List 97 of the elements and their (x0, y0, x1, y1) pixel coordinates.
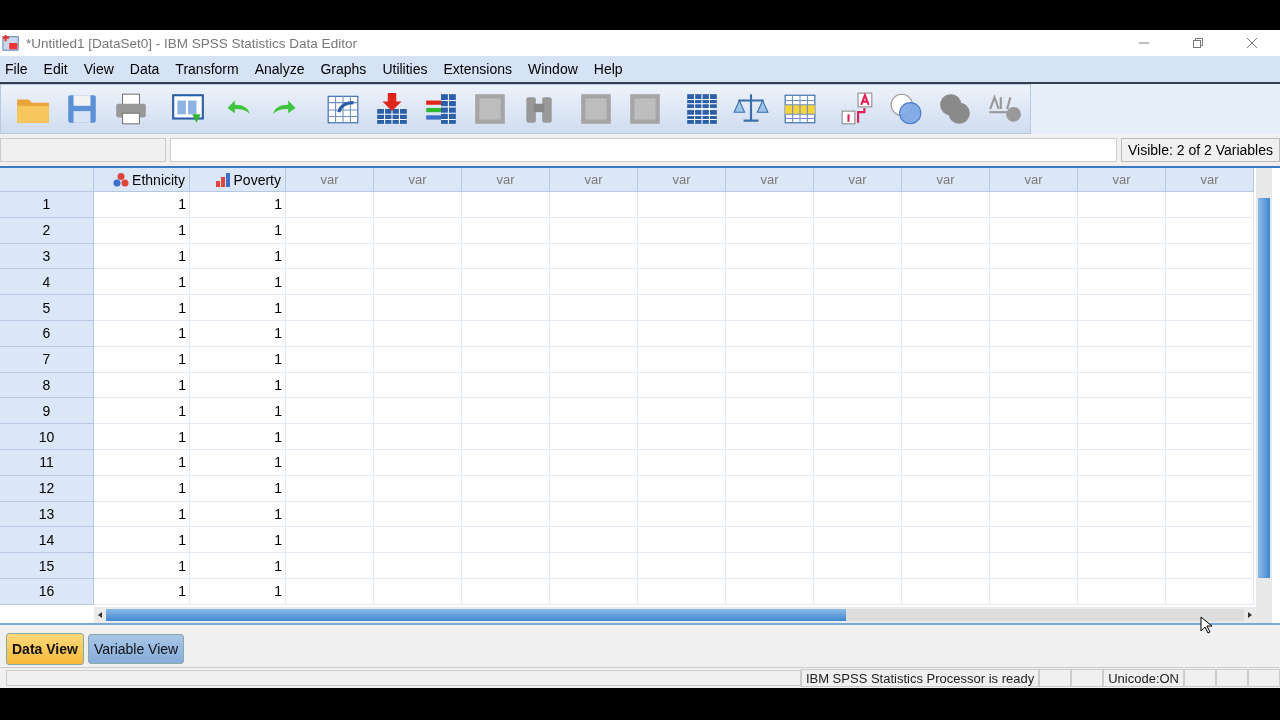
unicode-status: Unicode:ON (1103, 669, 1184, 687)
table-cell: 1 (190, 578, 286, 605)
column-header[interactable]: var (374, 168, 462, 192)
table-cell: 1 (190, 501, 286, 528)
table-cell: 1 (190, 346, 286, 373)
table-cell: 1 (94, 321, 190, 347)
table-cell: 1 (94, 346, 190, 373)
visible-variables-label: Visible: 2 of 2 Variables (1121, 138, 1280, 162)
column-header[interactable]: var (902, 168, 990, 192)
scroll-left-icon[interactable] (96, 611, 104, 619)
split-table-icon[interactable] (684, 91, 720, 127)
table-cell: 1 (190, 475, 286, 502)
table-cell: 1 (190, 449, 286, 476)
insert-variable-icon[interactable] (423, 91, 459, 127)
table-cell: 1 (190, 424, 286, 450)
menu-item[interactable]: Utilities (382, 61, 428, 77)
cell-reference-field[interactable] (0, 138, 166, 162)
table-cell: 1 (190, 192, 286, 218)
bar-chart-icon (214, 171, 231, 188)
column-header[interactable]: var (286, 168, 374, 192)
window-title: *Untitled1 [DataSet0] - IBM SPSS Statistics Data Editor (26, 35, 357, 51)
column-header[interactable]: Ethnicity (94, 168, 190, 192)
menu-item[interactable]: Graphs (320, 61, 367, 77)
menu-item[interactable]: File (5, 61, 28, 77)
nominal-icon (113, 171, 130, 188)
table-cell: 1 (94, 269, 190, 296)
table-cell: 1 (94, 578, 190, 605)
table-cell: 1 (94, 475, 190, 502)
table-cell: 1 (94, 424, 190, 450)
column-header[interactable]: var (638, 168, 726, 192)
insert-cases-icon[interactable] (374, 91, 410, 127)
row-number[interactable]: 11 (0, 449, 94, 476)
circles-icon[interactable] (937, 91, 973, 127)
table-cell: 1 (94, 501, 190, 528)
column-header[interactable]: var (726, 168, 814, 192)
menu-item[interactable]: Extensions (443, 61, 512, 77)
row-number[interactable]: 12 (0, 475, 94, 502)
column-header[interactable]: var (462, 168, 550, 192)
vertical-scrollbar[interactable] (1256, 168, 1272, 623)
column-header[interactable]: var (1166, 168, 1254, 192)
row-number[interactable]: 14 (0, 527, 94, 554)
menu-item[interactable]: Transform (175, 61, 239, 77)
row-number[interactable]: 3 (0, 243, 94, 270)
table-cell: 1 (94, 243, 190, 270)
row-number[interactable]: 8 (0, 372, 94, 399)
table-cell: 1 (94, 527, 190, 554)
row-number[interactable]: 7 (0, 346, 94, 373)
column-header[interactable]: var (550, 168, 638, 192)
close-icon[interactable] (1246, 37, 1258, 49)
table-cell: 1 (94, 398, 190, 425)
circles-icon[interactable] (888, 91, 924, 127)
table-cell: 1 (190, 553, 286, 579)
app-icon (2, 34, 20, 52)
value-labels-icon[interactable] (839, 91, 875, 127)
view-tab[interactable]: Data View (6, 633, 84, 665)
row-number[interactable]: 9 (0, 398, 94, 425)
menu-item[interactable]: Window (528, 61, 578, 77)
table-cell: 1 (190, 269, 286, 296)
table-cell: 1 (94, 217, 190, 244)
row-number[interactable]: 10 (0, 424, 94, 450)
row-number[interactable]: 16 (0, 578, 94, 605)
table-cell: 1 (190, 398, 286, 425)
table-cell: 1 (94, 372, 190, 399)
table-cell: 1 (94, 295, 190, 321)
row-number[interactable]: 4 (0, 269, 94, 296)
row-number[interactable]: 6 (0, 321, 94, 347)
printer-icon[interactable] (113, 91, 149, 127)
row-number[interactable]: 5 (0, 295, 94, 321)
table-cell: 1 (190, 372, 286, 399)
row-number[interactable]: 15 (0, 553, 94, 579)
table-cell: 1 (94, 192, 190, 218)
row-number[interactable]: 2 (0, 217, 94, 244)
menu-item[interactable]: Data (129, 61, 160, 77)
menu-item[interactable]: Edit (43, 61, 68, 77)
menu-item[interactable]: Help (593, 61, 623, 77)
scroll-right-icon[interactable] (1246, 611, 1254, 619)
restore-icon[interactable] (1192, 37, 1204, 49)
table-cell: 1 (94, 553, 190, 579)
mouse-pointer-icon (1200, 616, 1212, 634)
table-cell: 1 (190, 217, 286, 244)
table-cell: 1 (94, 449, 190, 476)
cell-editor-field[interactable] (170, 138, 1117, 162)
column-header[interactable]: Poverty (190, 168, 286, 192)
menu-item[interactable]: View (83, 61, 114, 77)
menu-item[interactable]: Analyze (254, 61, 305, 77)
status-message: IBM SPSS Statistics Processor is ready (800, 669, 1040, 687)
table-cell: 1 (190, 243, 286, 270)
row-number[interactable]: 1 (0, 192, 94, 218)
table-cell: 1 (190, 527, 286, 554)
horizontal-scrollbar[interactable] (94, 607, 1256, 623)
view-tab[interactable]: Variable View (87, 634, 185, 664)
table-cell: 1 (190, 295, 286, 321)
column-header[interactable]: var (990, 168, 1078, 192)
row-number[interactable]: 13 (0, 501, 94, 528)
column-header[interactable]: var (814, 168, 902, 192)
table-cell: 1 (190, 321, 286, 347)
column-header[interactable]: var (1078, 168, 1166, 192)
